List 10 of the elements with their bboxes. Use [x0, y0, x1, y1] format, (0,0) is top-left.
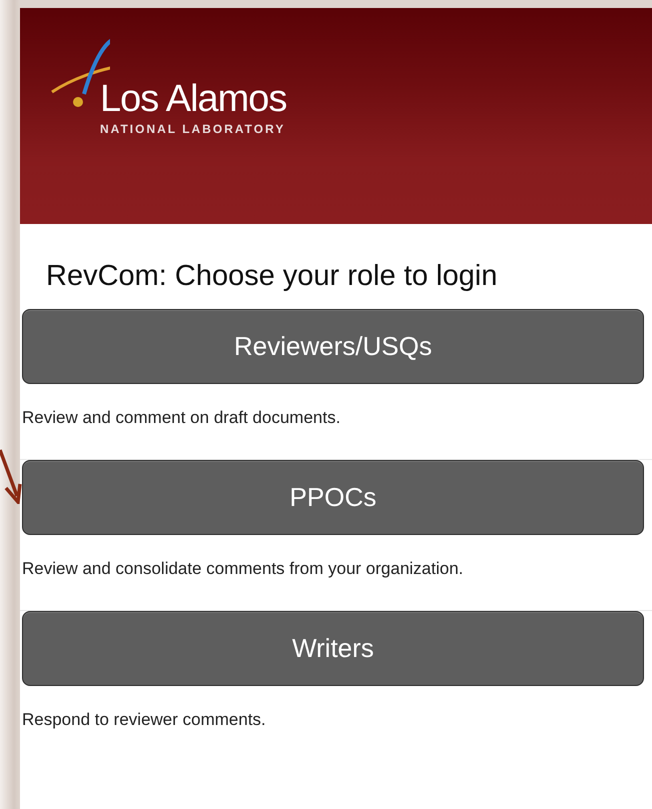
arrow-icon	[0, 448, 22, 504]
role-description: Review and consolidate comments from your organization.	[22, 558, 464, 580]
role-description: Respond to reviewer comments.	[22, 709, 267, 731]
role-description: Review and comment on draft documents.	[22, 407, 342, 429]
role-button[interactable]: Reviewers/USQs	[22, 309, 644, 384]
page-title: RevCom: Choose your role to login	[46, 260, 498, 293]
role-button[interactable]: PPOCs	[22, 460, 644, 535]
logo-subtitle: NATIONAL LABORATORY	[100, 122, 286, 136]
logo-name: Los Alamos	[100, 78, 286, 121]
role-button[interactable]: Writers	[22, 611, 644, 686]
